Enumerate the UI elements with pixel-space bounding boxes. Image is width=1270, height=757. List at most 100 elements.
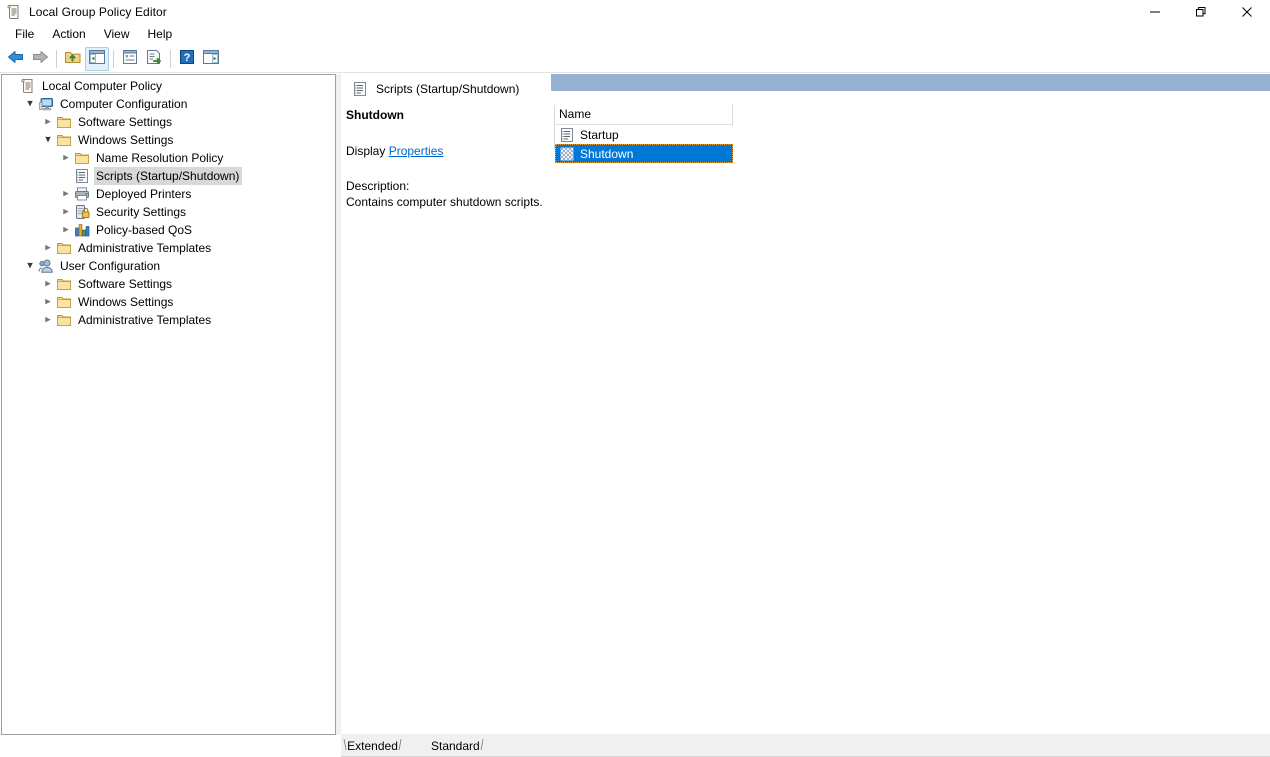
- window-controls: [1132, 0, 1270, 24]
- toolbar-separator: [56, 50, 57, 68]
- show-hide-console-tree-button[interactable]: [85, 47, 109, 71]
- script-icon: [559, 127, 575, 143]
- display-properties-line: Display Properties: [346, 144, 552, 158]
- tree-item-security-settings[interactable]: ▸ Security Settings: [2, 203, 335, 221]
- tree-item-policy-based-qos[interactable]: ▸ Policy-based QoS: [2, 221, 335, 239]
- tree-item-deployed-printers[interactable]: ▸ Deployed Printers: [2, 185, 335, 203]
- export-list-button[interactable]: [142, 47, 166, 71]
- details-pane: Scripts (Startup/Shutdown) Shutdown Disp…: [341, 74, 1270, 756]
- tab-standard-label: Standard: [431, 739, 480, 753]
- chevron-right-icon[interactable]: ▸: [58, 222, 74, 238]
- details-content: Shutdown Display Properties Description:…: [341, 103, 1270, 727]
- tree-item-label: Local Computer Policy: [40, 77, 165, 95]
- tree-item-computer-configuration[interactable]: ▾ Computer Configuration: [2, 95, 335, 113]
- help-button[interactable]: ?: [175, 47, 199, 71]
- printer-icon: [74, 186, 90, 202]
- tree-item-label: Scripts (Startup/Shutdown): [94, 167, 242, 185]
- chevron-right-icon[interactable]: ▸: [58, 150, 74, 166]
- tree-item-software-settings[interactable]: ▸ Software Settings: [2, 113, 335, 131]
- chevron-down-icon[interactable]: ▾: [22, 258, 38, 274]
- toolbar-separator: [113, 50, 114, 68]
- properties-button[interactable]: [118, 47, 142, 71]
- menu-bar: File Action View Help: [0, 24, 1270, 45]
- chevron-right-icon[interactable]: ▸: [40, 312, 56, 328]
- tree-item-label: User Configuration: [58, 257, 163, 275]
- chevron-right-icon[interactable]: ▸: [40, 240, 56, 256]
- tree-item-administrative-templates[interactable]: ▸ Administrative Templates: [2, 239, 335, 257]
- folder-icon: [56, 132, 72, 148]
- menu-item-file[interactable]: File: [6, 25, 43, 44]
- tree-item-user-configuration[interactable]: ▾ User Configuration: [2, 257, 335, 275]
- tab-extended[interactable]: \Extended/: [343, 736, 402, 756]
- folder-icon: [56, 276, 72, 292]
- tree-item-administrative-templates[interactable]: ▸ Administrative Templates: [2, 311, 335, 329]
- chevron-right-icon[interactable]: ▸: [40, 294, 56, 310]
- list-item[interactable]: Shutdown: [555, 144, 733, 163]
- tree-item-name-resolution-policy[interactable]: ▸Name Resolution Policy: [2, 149, 335, 167]
- tab-slash-left: \: [344, 736, 347, 755]
- back-arrow-icon: [6, 49, 26, 68]
- menu-item-action[interactable]: Action: [43, 25, 94, 44]
- folder-icon: [74, 150, 90, 166]
- chevron-right-icon[interactable]: ▸: [40, 276, 56, 292]
- menu-item-view[interactable]: View: [95, 25, 139, 44]
- list-item[interactable]: Startup: [555, 125, 733, 144]
- list-rows: Startup Shutdown: [555, 125, 955, 163]
- column-header-name[interactable]: Name: [555, 107, 591, 121]
- tree-item-label: Software Settings: [76, 275, 175, 293]
- back-button[interactable]: [4, 47, 28, 71]
- chevron-right-icon[interactable]: ▸: [58, 186, 74, 202]
- tree-item-label: Security Settings: [94, 203, 189, 221]
- tree-twisty-spacer: [4, 78, 20, 94]
- tree-item-label: Deployed Printers: [94, 185, 194, 203]
- restore-button[interactable]: [1178, 0, 1224, 24]
- selected-item-heading: Shutdown: [346, 108, 552, 122]
- tab-standard[interactable]: Standard/: [431, 736, 484, 756]
- list-item-label: Shutdown: [580, 146, 633, 162]
- tree-item-scripts-startup-shutdown[interactable]: Scripts (Startup/Shutdown): [2, 167, 335, 185]
- folder-icon: [56, 240, 72, 256]
- tree-twisty-spacer: [58, 168, 74, 184]
- chevron-right-icon[interactable]: ▸: [58, 204, 74, 220]
- tree-item-windows-settings[interactable]: ▸Windows Settings: [2, 293, 335, 311]
- policy-scroll-icon: [6, 4, 22, 20]
- forward-button[interactable]: [28, 47, 52, 71]
- tree-item-label: Administrative Templates: [76, 311, 214, 329]
- window-title: Local Group Policy Editor: [29, 4, 167, 20]
- tab-scripts-startup-shutdown[interactable]: Scripts (Startup/Shutdown): [341, 74, 551, 103]
- tree-item-label: Administrative Templates: [76, 239, 214, 257]
- up-one-level-button[interactable]: [61, 47, 85, 71]
- close-button[interactable]: [1224, 0, 1270, 24]
- properties-icon: [121, 49, 139, 68]
- chevron-right-icon[interactable]: ▸: [40, 114, 56, 130]
- up-folder-icon: [64, 49, 82, 68]
- chevron-down-icon[interactable]: ▾: [22, 96, 38, 112]
- tree-item-local-computer-policy[interactable]: Local Computer Policy: [2, 77, 335, 95]
- tab-label: Scripts (Startup/Shutdown): [376, 81, 519, 97]
- toolbar: ?: [0, 45, 1270, 73]
- title-bar: Local Group Policy Editor: [0, 0, 1270, 24]
- minimize-button[interactable]: [1132, 0, 1178, 24]
- column-resize-handle[interactable]: [732, 104, 733, 126]
- show-action-pane-button[interactable]: [199, 47, 223, 71]
- scripts-list-view[interactable]: Name Startup Shutdown: [555, 103, 955, 163]
- action-pane-icon: [202, 49, 220, 68]
- list-column-header[interactable]: Name: [555, 103, 733, 125]
- folder-icon: [56, 294, 72, 310]
- script-icon: [74, 168, 90, 184]
- forward-arrow-icon: [30, 49, 50, 68]
- script-selected-icon: [559, 146, 575, 162]
- tree-item-label: Software Settings: [76, 113, 175, 131]
- tree-item-software-settings[interactable]: ▸ Software Settings: [2, 275, 335, 293]
- bar-chart-icon: [74, 222, 90, 238]
- svg-text:?: ?: [184, 52, 191, 64]
- tree-item-label: Policy-based QoS: [94, 221, 195, 239]
- tree-item-label: Computer Configuration: [58, 95, 190, 113]
- tree-item-windows-settings[interactable]: ▾Windows Settings: [2, 131, 335, 149]
- menu-item-help[interactable]: Help: [139, 25, 182, 44]
- properties-link[interactable]: Properties: [389, 144, 444, 158]
- console-tree-icon: [88, 49, 106, 68]
- user-icon: [38, 258, 54, 274]
- console-tree-pane[interactable]: Local Computer Policy▾Computer Configura…: [1, 74, 336, 735]
- chevron-down-icon[interactable]: ▾: [40, 132, 56, 148]
